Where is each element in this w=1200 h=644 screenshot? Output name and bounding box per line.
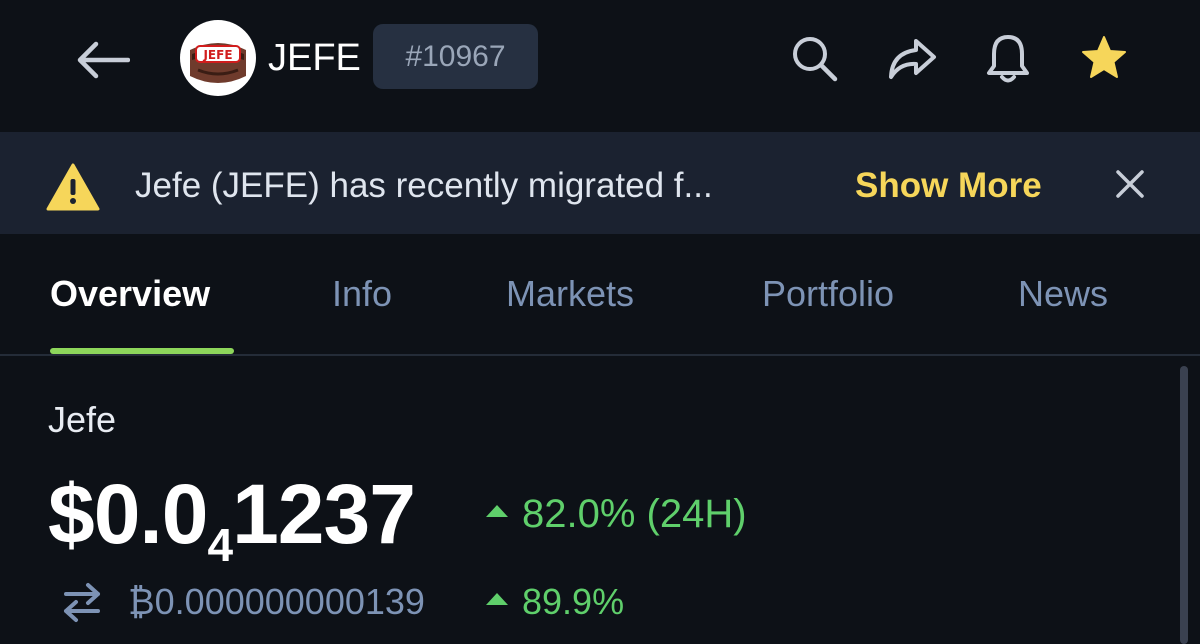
bell-icon xyxy=(987,35,1029,83)
back-button[interactable] xyxy=(70,30,134,90)
svg-text:JEFE: JEFE xyxy=(202,48,232,62)
share-icon xyxy=(889,39,936,79)
swap-currency-icon[interactable] xyxy=(60,580,104,624)
up-triangle-icon xyxy=(486,505,508,517)
price-suffix: 1237 xyxy=(232,467,416,561)
share-button[interactable] xyxy=(884,30,940,86)
alert-button[interactable] xyxy=(980,30,1036,86)
star-icon xyxy=(1082,36,1126,78)
tab-portfolio[interactable]: Portfolio xyxy=(762,272,894,316)
price-change-24h: 82.0% (24H) xyxy=(486,490,747,538)
price-change-btc: 89.9% xyxy=(486,580,624,624)
price-usd: $0.041237 xyxy=(48,466,416,568)
price-change-24h-value: 82.0% (24H) xyxy=(522,492,747,536)
back-arrow-icon xyxy=(77,41,130,79)
app-header: JEFE JEFE #10967 xyxy=(0,0,1200,132)
rank-badge: #10967 xyxy=(373,24,538,89)
dismiss-notice-button[interactable] xyxy=(1108,160,1152,208)
search-button[interactable] xyxy=(786,30,842,86)
price-zero-count: 4 xyxy=(207,519,234,571)
scrollbar[interactable] xyxy=(1180,366,1188,644)
up-triangle-icon xyxy=(486,593,508,605)
price-prefix: $0.0 xyxy=(48,467,208,561)
show-more-link[interactable]: Show More xyxy=(855,164,1042,208)
price-btc: ₿0.000000000139 xyxy=(128,581,425,622)
tab-markets[interactable]: Markets xyxy=(506,272,634,316)
close-icon xyxy=(1116,170,1144,198)
price-change-btc-value: 89.9% xyxy=(522,581,625,622)
tab-bar: Overview Info Markets Portfolio News xyxy=(0,234,1200,356)
active-tab-indicator xyxy=(50,348,234,354)
warning-icon xyxy=(46,163,100,211)
coin-symbol: JEFE xyxy=(268,37,361,79)
tab-overview[interactable]: Overview xyxy=(50,272,210,316)
tab-info[interactable]: Info xyxy=(332,272,392,316)
coin-logo: JEFE xyxy=(180,20,256,96)
watchlist-star-button[interactable] xyxy=(1076,30,1132,86)
coin-name: Jefe xyxy=(48,399,117,440)
search-icon xyxy=(793,37,838,82)
tab-news[interactable]: News xyxy=(1018,272,1108,316)
notice-text: Jefe (JEFE) has recently migrated f... xyxy=(135,166,713,205)
